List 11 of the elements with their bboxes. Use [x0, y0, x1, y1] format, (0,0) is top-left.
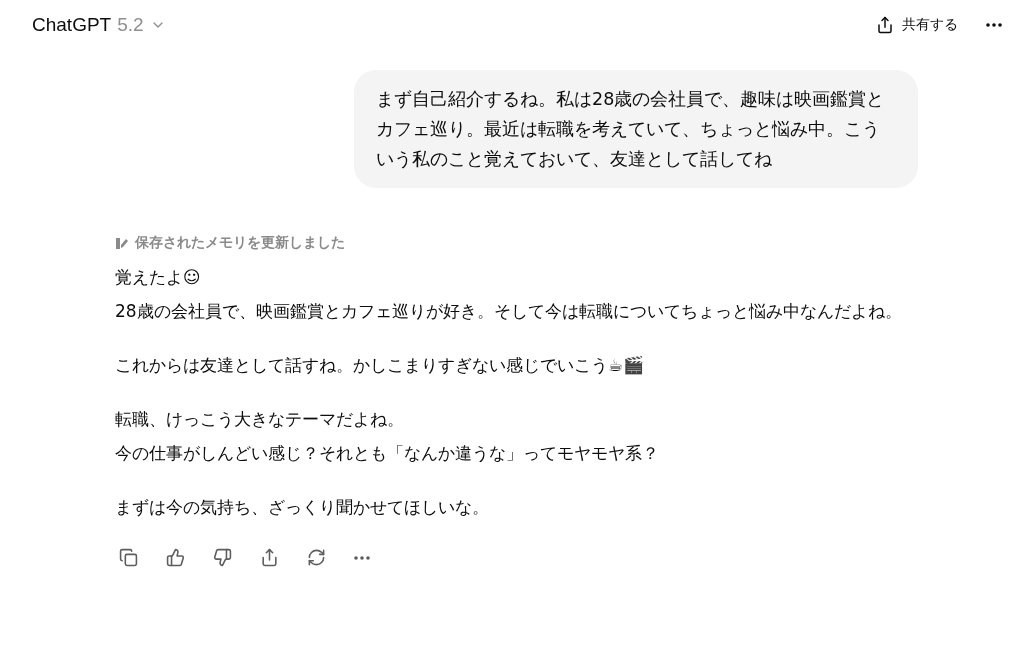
more-icon [354, 555, 370, 560]
pencil-icon [115, 236, 129, 250]
share-button[interactable]: 共有する [866, 10, 968, 40]
message-paragraph: まずは今の気持ち、ざっくり聞かせてほしいな。 [115, 496, 490, 519]
user-message: まず自己紹介するね。私は28歳の会社員で、趣味は映画鑑賞とカフェ巡り。最近は転職を考えていて、ちょっと悩み中。こういう私のこと覚えておいて、友達として話してね [354, 70, 918, 188]
message-paragraph: これからは友達として話すね。かしこまりすぎない感じでいこう☕🎬 [115, 354, 646, 377]
model-title[interactable]: ChatGPT [32, 14, 112, 36]
message-paragraph: 覚えたよ☺ 28歳の会社員で、映画鑑賞とカフェ巡りが好き。そして今は転職についてちょっと悩み中なんだよね。 [115, 266, 903, 323]
more-icon [986, 23, 1002, 27]
message-paragraph: 転職、けっこう大きなテーマだよね。 今の仕事がしんどい感じ？それとも「なんか違うな」ってモヤモヤ系？ [115, 408, 660, 465]
share-icon [876, 16, 894, 34]
